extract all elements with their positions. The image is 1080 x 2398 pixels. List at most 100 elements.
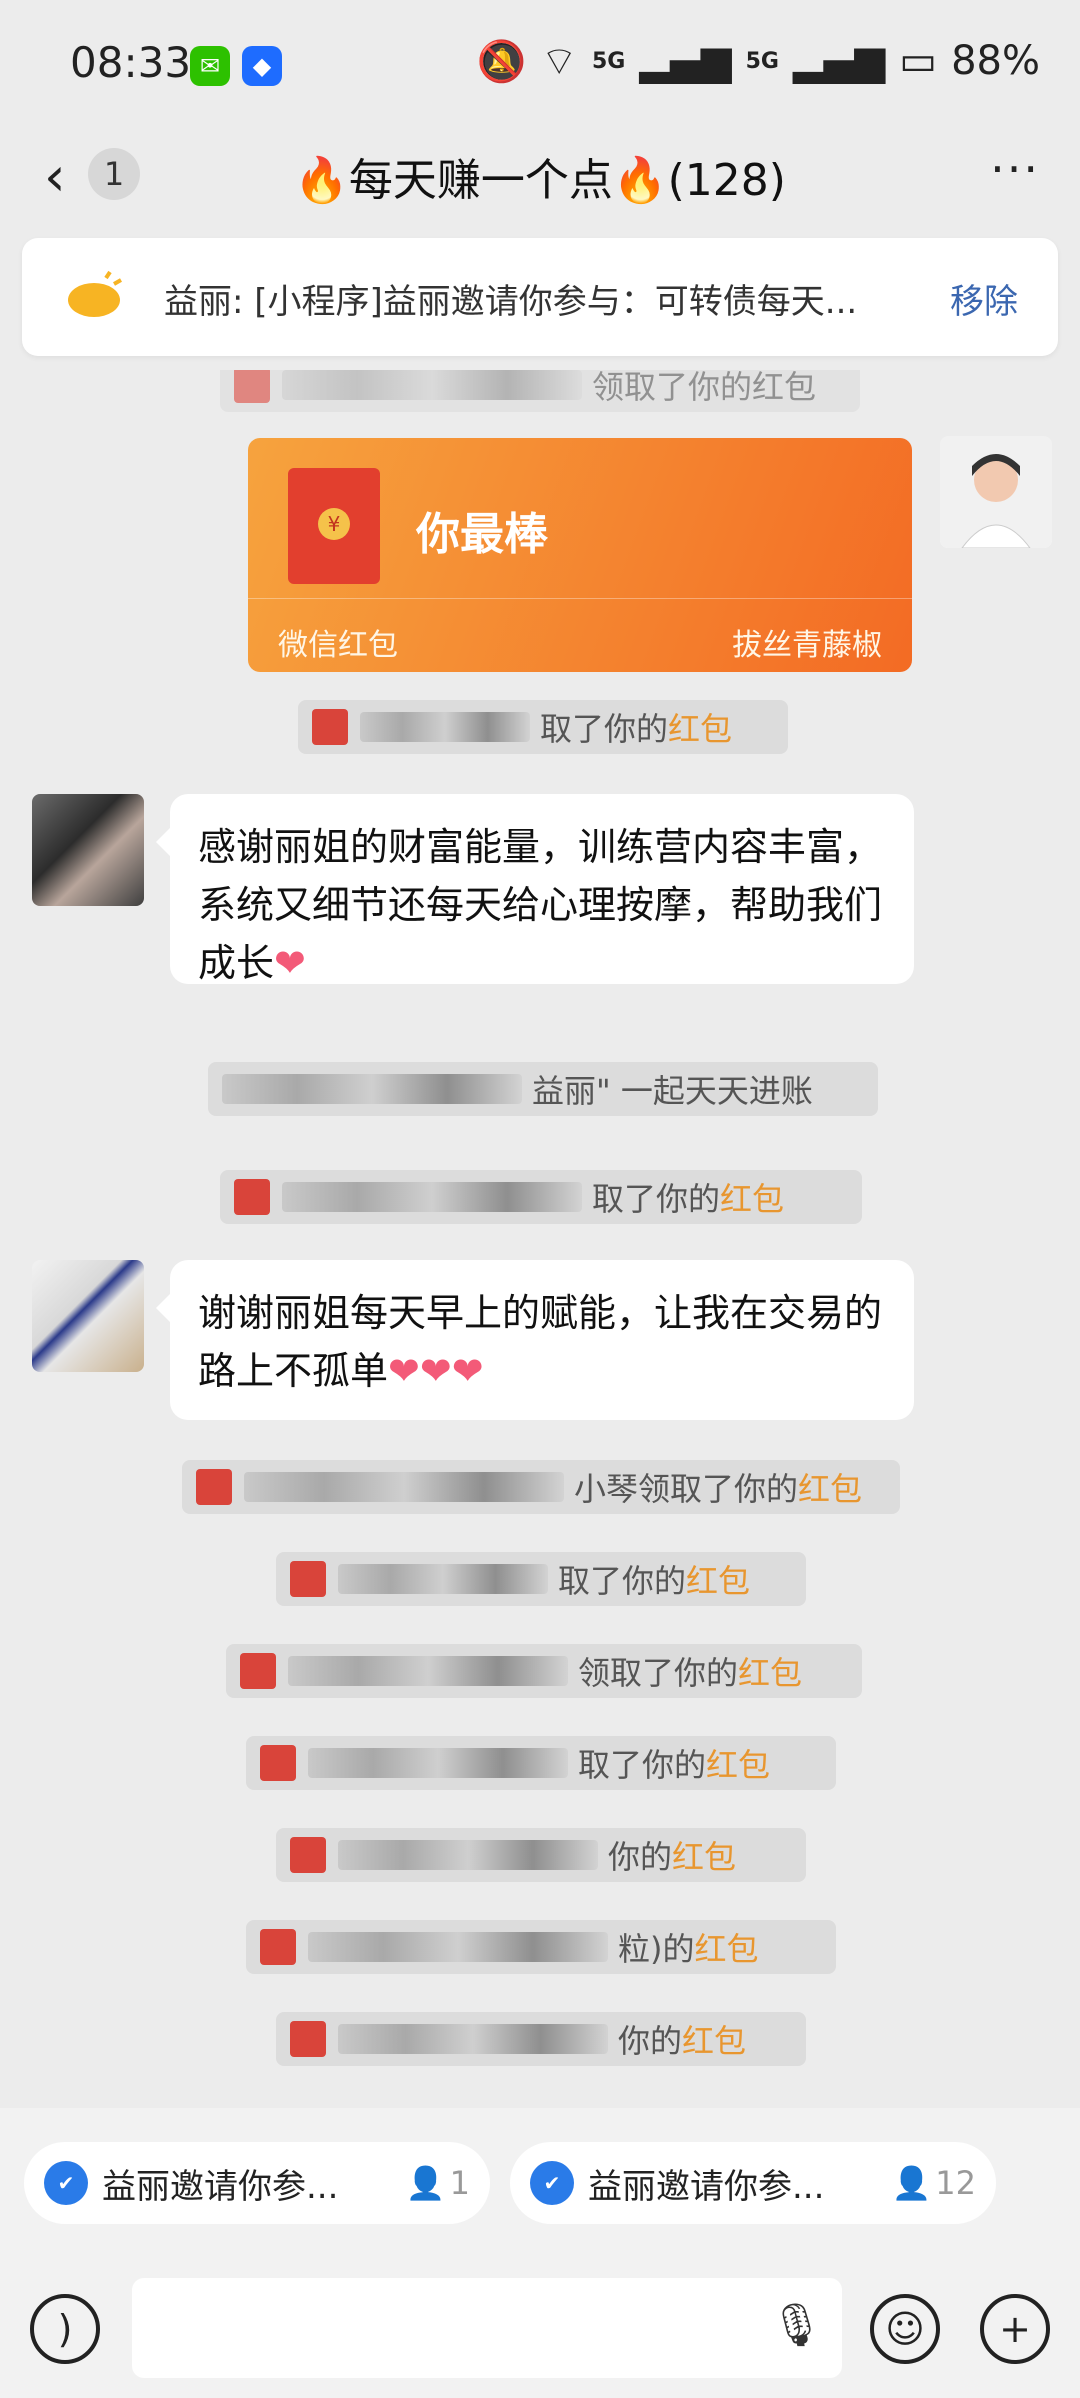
red-packet-claim-message: 小琴领取了你的 红包 [182, 1460, 900, 1514]
battery-icon: ▭ [899, 38, 938, 84]
sender-avatar[interactable] [32, 1260, 144, 1372]
battery-percent: 88% [951, 38, 1040, 84]
message-text: 谢谢丽姐每天早上的赋能，让我在交易的路上不孤单 [198, 1291, 883, 1393]
voice-mode-button[interactable]: ) [30, 2294, 100, 2364]
message-bubble[interactable]: 感谢丽姐的财富能量，训练营内容丰富，系统又细节还每天给心理按摩，帮助我们成长❤ [156, 794, 914, 985]
red-packet-word: 红包 [672, 1838, 737, 1876]
blurred-name [282, 1182, 582, 1212]
red-packet-mini-icon [260, 1745, 296, 1781]
red-packet-card[interactable]: ¥ 你最棒 微信红包 拔丝青藤椒 [248, 438, 912, 672]
claim-text: 取了你的 [540, 710, 669, 748]
claim-text: 领取了你的 [578, 1654, 739, 1692]
chip-count: 1 [449, 2164, 470, 2202]
status-time: 08:33 [70, 38, 192, 87]
red-packet-mini-icon [312, 709, 348, 745]
status-indicators: 🔕 ⌔ 5G ▂▄▆ 5G ▂▄▆ ▭ 88% [477, 36, 1040, 86]
claim-text: 你的 [618, 2022, 683, 2060]
chat-message-list[interactable]: 领取了你的红包 ¥ 你最棒 微信红包 拔丝青藤椒 取了你的 红包 感谢丽姐的财富能… [0, 370, 1080, 2108]
pinned-notice[interactable]: 益丽: [小程序]益丽邀请你参与：可转债每天... 移除 [22, 238, 1058, 356]
system-message: 领取了你的红包 [220, 370, 860, 412]
yuan-coin-icon: ¥ [318, 508, 350, 540]
claim-text: 取了你的 [558, 1562, 687, 1600]
red-packet-claim-message: 取了你的 红包 [246, 1736, 836, 1790]
notice-bubble-icon [68, 270, 122, 317]
red-packet-sender: 拔丝青藤椒 [732, 628, 882, 663]
red-packet-mini-icon [234, 370, 270, 403]
mini-program-icon: ✔ [44, 2161, 88, 2205]
red-packet-word: 红包 [798, 1470, 863, 1508]
mini-program-chips: ✔ 益丽邀请你参... 👤 1 ✔ 益丽邀请你参... 👤 12 [0, 2108, 1080, 2258]
red-packet-greeting: 你最棒 [416, 509, 548, 560]
red-packet-word: 红包 [694, 1930, 759, 1968]
notice-remove-button[interactable]: 移除 [950, 274, 1018, 323]
blurred-name [282, 370, 582, 400]
chip-label: 益丽邀请你参... [588, 2166, 825, 2207]
wifi-icon: ⌔ [540, 39, 578, 85]
input-bar: ) 🎙 ☺ + [0, 2258, 1080, 2398]
red-packet-mini-icon [234, 1179, 270, 1215]
participants-icon: 👤 [405, 2164, 446, 2202]
red-packet-word: 红包 [720, 1180, 785, 1218]
red-packet-claim-message: 粒)的 红包 [246, 1920, 836, 1974]
blurred-name [308, 1748, 568, 1778]
red-packet-claim-message: 取了你的 红包 [220, 1170, 862, 1224]
red-packet-divider [248, 598, 912, 599]
mini-program-icon: ✔ [530, 2161, 574, 2205]
red-packet-mini-icon [290, 1561, 326, 1597]
claim-text: 小琴领取了你的 [574, 1470, 799, 1508]
red-packet-claim-message: 你的 红包 [276, 1828, 806, 1882]
claim-text: 粒)的 [618, 1930, 695, 1968]
emoji-button[interactable]: ☺ [870, 2294, 940, 2364]
heart-emoji: ❤ [274, 941, 306, 985]
signal-bars-icon-2: ▂▄▆ [793, 38, 886, 84]
self-avatar[interactable] [940, 436, 1052, 548]
participants-icon: 👤 [891, 2164, 932, 2202]
blurred-name [338, 1564, 548, 1594]
chip-label: 益丽邀请你参... [102, 2166, 339, 2207]
red-packet-word: 红包 [682, 2022, 747, 2060]
system-message-text: 益丽" 一起天天进账 [532, 1072, 813, 1110]
signal-bars-icon-1: ▂▄▆ [639, 38, 732, 84]
red-packet-claim-message: 取了你的 红包 [298, 700, 788, 754]
heart-emoji: ❤❤❤ [388, 1349, 484, 1393]
red-packet-mini-icon [196, 1469, 232, 1505]
claim-text: 取了你的 [578, 1746, 707, 1784]
mute-icon: 🔕 [476, 38, 527, 85]
red-packet-type: 微信红包 [278, 628, 398, 663]
red-packet-word: 红包 [668, 710, 733, 748]
blurred-name [244, 1472, 564, 1502]
blurred-name [222, 1074, 522, 1104]
blurred-name [308, 1932, 608, 1962]
red-packet-claim-message: 领取了你的 红包 [226, 1644, 862, 1698]
notice-text: 益丽: [小程序]益丽邀请你参与：可转债每天... [164, 282, 858, 322]
red-packet-claim-message: 你的 红包 [276, 2012, 806, 2066]
red-envelope-icon: ¥ [288, 468, 380, 584]
plus-button[interactable]: + [980, 2294, 1050, 2364]
microphone-icon[interactable]: 🎙 [770, 2300, 823, 2350]
system-message-text: 领取了你的红包 [592, 370, 817, 406]
more-options-icon[interactable]: ··· [990, 142, 1040, 196]
red-packet-claim-message: 取了你的 红包 [276, 1552, 806, 1606]
blurred-name [288, 1656, 568, 1686]
wechat-app-icon: ✉ [190, 46, 230, 86]
sender-avatar[interactable] [32, 794, 144, 906]
system-message: 益丽" 一起天天进账 [208, 1062, 878, 1116]
mini-program-chip[interactable]: ✔ 益丽邀请你参... 👤 1 [24, 2142, 490, 2224]
claim-text: 你的 [608, 1838, 673, 1876]
red-packet-word: 红包 [738, 1654, 803, 1692]
signal-5g-icon-1: 5G [591, 48, 626, 74]
claim-text: 取了你的 [592, 1180, 721, 1218]
mini-program-chip[interactable]: ✔ 益丽邀请你参... 👤 12 [510, 2142, 996, 2224]
message-input[interactable] [132, 2278, 842, 2378]
chat-title: 🔥每天赚一个点🔥(128) [294, 155, 786, 206]
chip-count: 12 [935, 2164, 976, 2202]
red-packet-word: 红包 [706, 1746, 771, 1784]
blurred-name [338, 1840, 598, 1870]
red-packet-mini-icon [290, 2021, 326, 2057]
blurred-name [338, 2024, 608, 2054]
red-packet-mini-icon [290, 1837, 326, 1873]
signal-5g-icon-2: 5G [745, 48, 779, 74]
red-packet-word: 红包 [686, 1562, 751, 1600]
message-bubble[interactable]: 谢谢丽姐每天早上的赋能，让我在交易的路上不孤单❤❤❤ [156, 1260, 914, 1420]
lark-app-icon: ◆ [242, 46, 282, 86]
